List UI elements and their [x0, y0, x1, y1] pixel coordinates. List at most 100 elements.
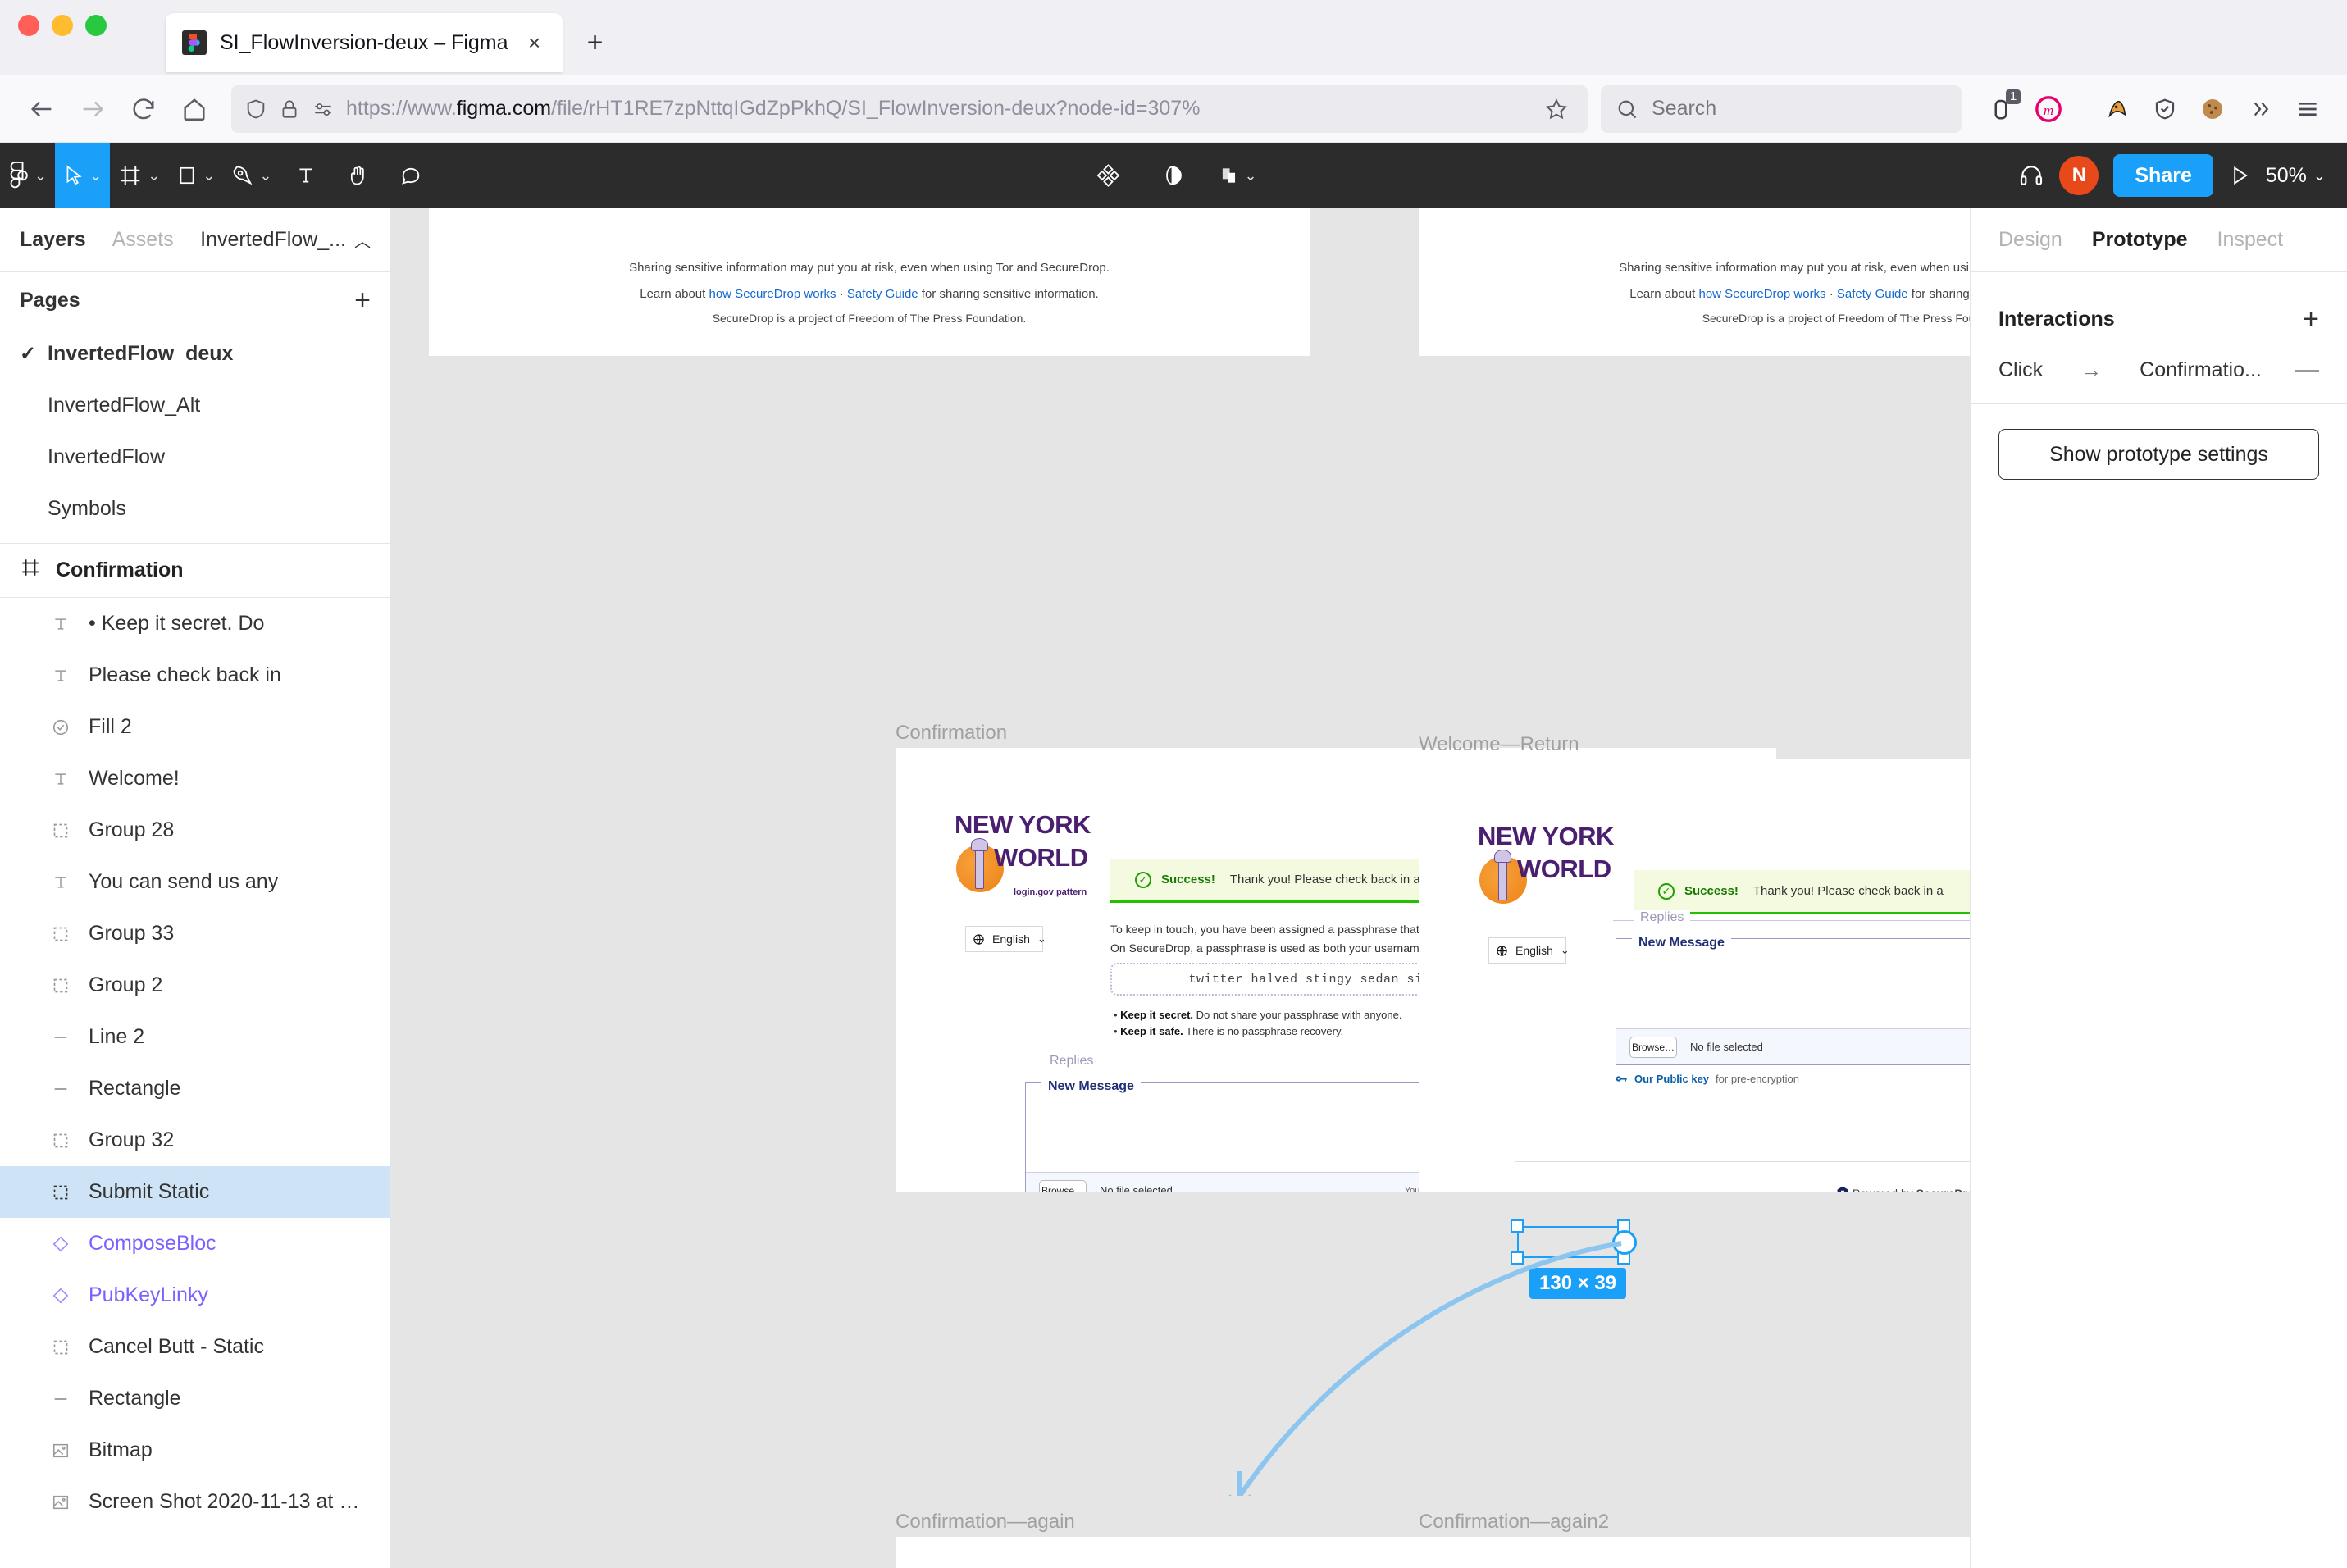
- layer-row[interactable]: Group 2: [0, 959, 390, 1011]
- cookie-icon[interactable]: [2191, 88, 2234, 130]
- public-key-link[interactable]: Our Public key for pre-encryption: [1616, 1073, 1799, 1085]
- add-interaction-button[interactable]: +: [2303, 305, 2319, 333]
- safety-guide-link[interactable]: Safety Guide: [847, 287, 918, 301]
- file-name-dropdown[interactable]: InvertedFlow_... ︿: [200, 228, 371, 252]
- avatar[interactable]: N: [2059, 156, 2099, 195]
- audio-icon[interactable]: [2018, 162, 2044, 189]
- nyw-logo-sub[interactable]: login.gov pattern: [1014, 887, 1087, 897]
- present-play-icon[interactable]: [2228, 163, 2251, 188]
- frame-label-confirmation-again[interactable]: Confirmation—again: [896, 1511, 1075, 1534]
- layer-frame-header[interactable]: Confirmation: [0, 544, 390, 598]
- safety-guide-link[interactable]: Safety Guide: [1837, 287, 1908, 301]
- frame-label-welcome-return[interactable]: Welcome—Return: [1419, 733, 1579, 756]
- page-label: Symbols: [48, 497, 126, 520]
- layer-row[interactable]: Group 28: [0, 805, 390, 856]
- frame-label-confirmation[interactable]: Confirmation: [896, 722, 1007, 745]
- tab-assets[interactable]: Assets: [112, 228, 174, 252]
- layer-row[interactable]: Group 32: [0, 1114, 390, 1166]
- url-bar[interactable]: https://www.figma.com/file/rHT1RE7zpNttq…: [231, 84, 1588, 133]
- prototype-connection-dot[interactable]: [1612, 1230, 1637, 1255]
- new-tab-button[interactable]: +: [579, 26, 612, 59]
- layer-row[interactable]: Rectangle: [0, 1063, 390, 1114]
- figma-canvas[interactable]: Sharing sensitive information may put yo…: [391, 208, 1970, 1568]
- language-select[interactable]: English ⌄: [1488, 937, 1570, 964]
- hand-tool-button[interactable]: [332, 143, 385, 208]
- how-securedrop-works-link[interactable]: how SecureDrop works: [709, 287, 836, 301]
- text-icon: [49, 871, 72, 894]
- layer-row[interactable]: Rectangle: [0, 1373, 390, 1424]
- move-tool-button[interactable]: ⌄: [55, 143, 111, 208]
- layer-row[interactable]: • Keep it secret. Do: [0, 598, 390, 650]
- mastodon-icon[interactable]: m: [2027, 88, 2070, 130]
- language-select[interactable]: English ⌄: [965, 926, 1046, 952]
- remove-interaction-button[interactable]: —: [2295, 358, 2319, 382]
- interaction-row[interactable]: Click → Confirmatio... —: [1998, 344, 2319, 395]
- bookmark-star-icon[interactable]: [1538, 91, 1575, 127]
- add-page-button[interactable]: +: [354, 286, 371, 314]
- layer-row[interactable]: Please check back in: [0, 650, 390, 701]
- url-text[interactable]: https://www.figma.com/file/rHT1RE7zpNttq…: [346, 97, 1527, 121]
- mask-icon[interactable]: [1146, 143, 1198, 208]
- text-tool-button[interactable]: [280, 143, 332, 208]
- how-securedrop-works-link[interactable]: how SecureDrop works: [1699, 287, 1826, 301]
- shield-icon[interactable]: [244, 98, 267, 121]
- bullet-keep-safe: • Keep it safe. There is no passphrase r…: [1114, 1025, 1344, 1037]
- page-item-invertedflow-deux[interactable]: ✓ InvertedFlow_deux: [0, 328, 390, 380]
- show-prototype-settings-button[interactable]: Show prototype settings: [1998, 429, 2319, 480]
- reload-icon[interactable]: [120, 85, 167, 133]
- hamburger-menu-icon[interactable]: [2286, 88, 2329, 130]
- layer-row-pubkeylinky[interactable]: PubKeyLinky: [0, 1269, 390, 1321]
- browser-tab[interactable]: SI_FlowInversion-deux – Figma ×: [166, 13, 563, 72]
- back-icon[interactable]: [18, 85, 66, 133]
- chevron-down-icon: ⌄: [148, 166, 161, 184]
- zoom-level-dropdown[interactable]: 50% ⌄: [2266, 164, 2326, 188]
- jackal-extension-icon[interactable]: [2096, 88, 2139, 130]
- frame-confirmation-again2[interactable]: NEW YORK WORLD login.gov pattern English…: [1419, 1537, 1970, 1568]
- minimize-window-button[interactable]: [52, 15, 73, 36]
- no-file-selected-label: No file selected: [1100, 1184, 1173, 1192]
- page-item-invertedflow[interactable]: InvertedFlow: [0, 431, 390, 483]
- frame-label-confirmation-again2[interactable]: Confirmation—again2: [1419, 1511, 1609, 1534]
- layer-row[interactable]: Fill 2: [0, 701, 390, 753]
- frame-welcome-return[interactable]: NEW YORK WORLD English ⌄ ✓ Success! Than…: [1419, 759, 1970, 1192]
- browse-button[interactable]: Browse…: [1629, 1036, 1677, 1058]
- browse-button[interactable]: Browse…: [1039, 1179, 1087, 1192]
- selection-handle-bl[interactable]: [1511, 1251, 1524, 1265]
- components-icon[interactable]: [1082, 143, 1134, 208]
- close-window-button[interactable]: [18, 15, 39, 36]
- figma-menu-button[interactable]: ⌄: [0, 143, 55, 208]
- layer-row[interactable]: You can send us any: [0, 856, 390, 908]
- tab-design[interactable]: Design: [1998, 228, 2062, 252]
- shape-tool-button[interactable]: ⌄: [168, 143, 223, 208]
- layer-row[interactable]: Welcome!: [0, 753, 390, 805]
- pocket-list-icon[interactable]: 1: [1980, 88, 2022, 130]
- selection-handle-tl[interactable]: [1511, 1219, 1524, 1233]
- layer-row[interactable]: Cancel Butt - Static: [0, 1321, 390, 1373]
- shield-check-icon[interactable]: [2144, 88, 2186, 130]
- frame-partial-top-right[interactable]: Sharing sensitive information may put yo…: [1419, 208, 1970, 356]
- tab-prototype[interactable]: Prototype: [2092, 228, 2188, 252]
- overflow-chevrons-icon[interactable]: [2239, 88, 2281, 130]
- boolean-icon[interactable]: ⌄: [1210, 143, 1265, 208]
- search-input[interactable]: Search: [1601, 84, 1962, 133]
- layer-row[interactable]: Line 2: [0, 1011, 390, 1063]
- layer-row[interactable]: Screen Shot 2020-11-13 at 3....: [0, 1476, 390, 1528]
- permissions-icon[interactable]: [312, 98, 335, 120]
- forward-icon[interactable]: [69, 85, 116, 133]
- frame-tool-button[interactable]: ⌄: [110, 143, 168, 208]
- home-icon[interactable]: [171, 85, 218, 133]
- comment-tool-button[interactable]: [385, 143, 437, 208]
- layer-row-composebloc[interactable]: ComposeBloc: [0, 1218, 390, 1269]
- page-item-symbols[interactable]: Symbols: [0, 483, 390, 535]
- tab-layers[interactable]: Layers: [20, 228, 86, 252]
- layer-row-submit-static[interactable]: Submit Static: [0, 1166, 390, 1218]
- share-button[interactable]: Share: [2113, 154, 2213, 197]
- layer-row[interactable]: Group 33: [0, 908, 390, 959]
- layer-row[interactable]: Bitmap: [0, 1424, 390, 1476]
- maximize-window-button[interactable]: [85, 15, 107, 36]
- pen-tool-button[interactable]: ⌄: [223, 143, 280, 208]
- close-icon[interactable]: ×: [522, 30, 548, 56]
- tab-inspect[interactable]: Inspect: [2217, 228, 2284, 252]
- page-item-invertedflow-alt[interactable]: InvertedFlow_Alt: [0, 380, 390, 431]
- frame-partial-top-left[interactable]: Sharing sensitive information may put yo…: [429, 208, 1310, 356]
